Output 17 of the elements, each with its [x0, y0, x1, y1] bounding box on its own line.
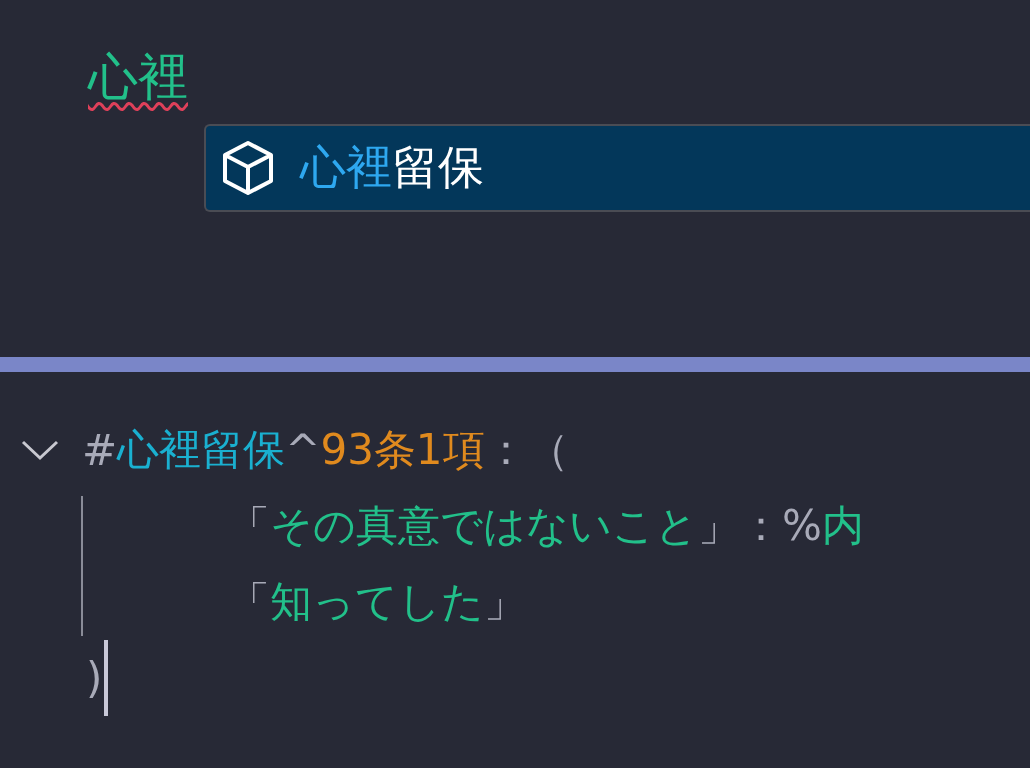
split-handle[interactable] — [0, 357, 1030, 372]
punctuation: 「 — [228, 500, 270, 552]
punctuation: ：（ — [484, 424, 569, 476]
punctuation: 「 — [228, 576, 270, 628]
string-literal: 知ってした — [270, 576, 484, 628]
chevron-down-icon[interactable] — [20, 438, 60, 462]
closing-paren: ) — [86, 653, 103, 703]
cube-icon — [222, 140, 274, 196]
typed-text: 心裡 — [88, 47, 188, 108]
string-literal: 内 — [821, 500, 864, 552]
label-name: 心裡留保 — [117, 424, 286, 476]
punctuation: ^ — [285, 425, 321, 475]
punctuation: 」：% — [698, 500, 822, 552]
string-literal: その真意ではないこと — [270, 500, 698, 552]
suggestion-item[interactable]: 心裡留保 — [204, 124, 1030, 212]
article-reference: 93条1項 — [320, 424, 485, 476]
punctuation: 」 — [484, 576, 526, 628]
